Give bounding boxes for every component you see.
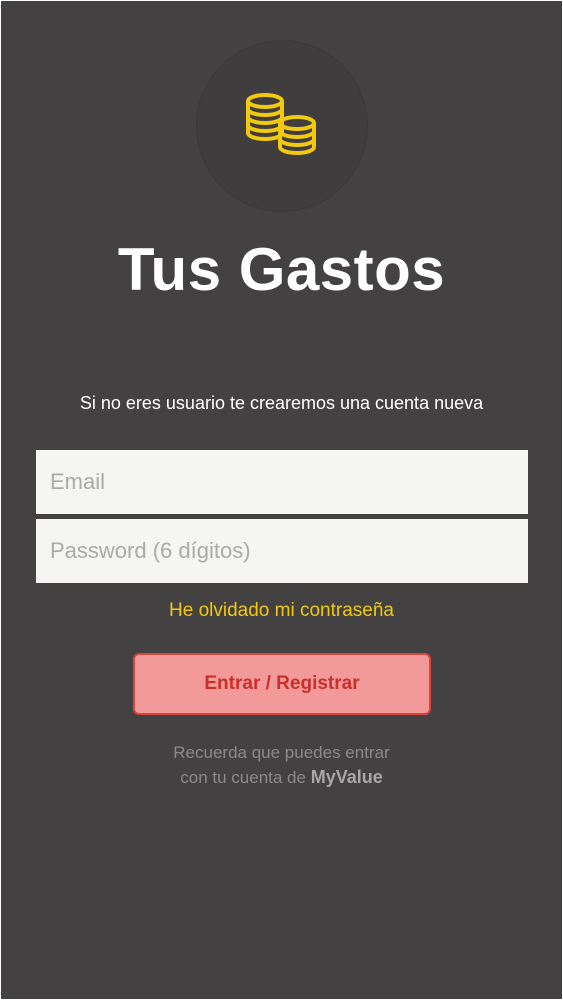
email-input[interactable] [36, 450, 528, 514]
signup-info-text: Si no eres usuario te crearemos una cuen… [79, 393, 484, 413]
forgot-password-link[interactable]: He olvidado mi contraseña [1, 599, 562, 623]
login-register-button[interactable]: Entrar / Registrar [133, 653, 431, 715]
footer-line-2: con tu cuenta de MyValue [1, 765, 562, 790]
logo-badge [197, 41, 367, 211]
footer-line-1: Recuerda que puedes entrar [173, 743, 390, 762]
app-title: Tus Gastos [117, 236, 446, 303]
login-screen: Tus Gastos Si no eres usuario te crearem… [1, 1, 562, 999]
myvalue-brand: MyValue [310, 767, 383, 787]
password-input[interactable] [36, 519, 528, 583]
coins-icon [246, 93, 316, 155]
footer-note: Recuerda que puedes entrar con tu cuenta… [1, 741, 562, 790]
footer-line-2-text: con tu cuenta de [180, 768, 306, 787]
